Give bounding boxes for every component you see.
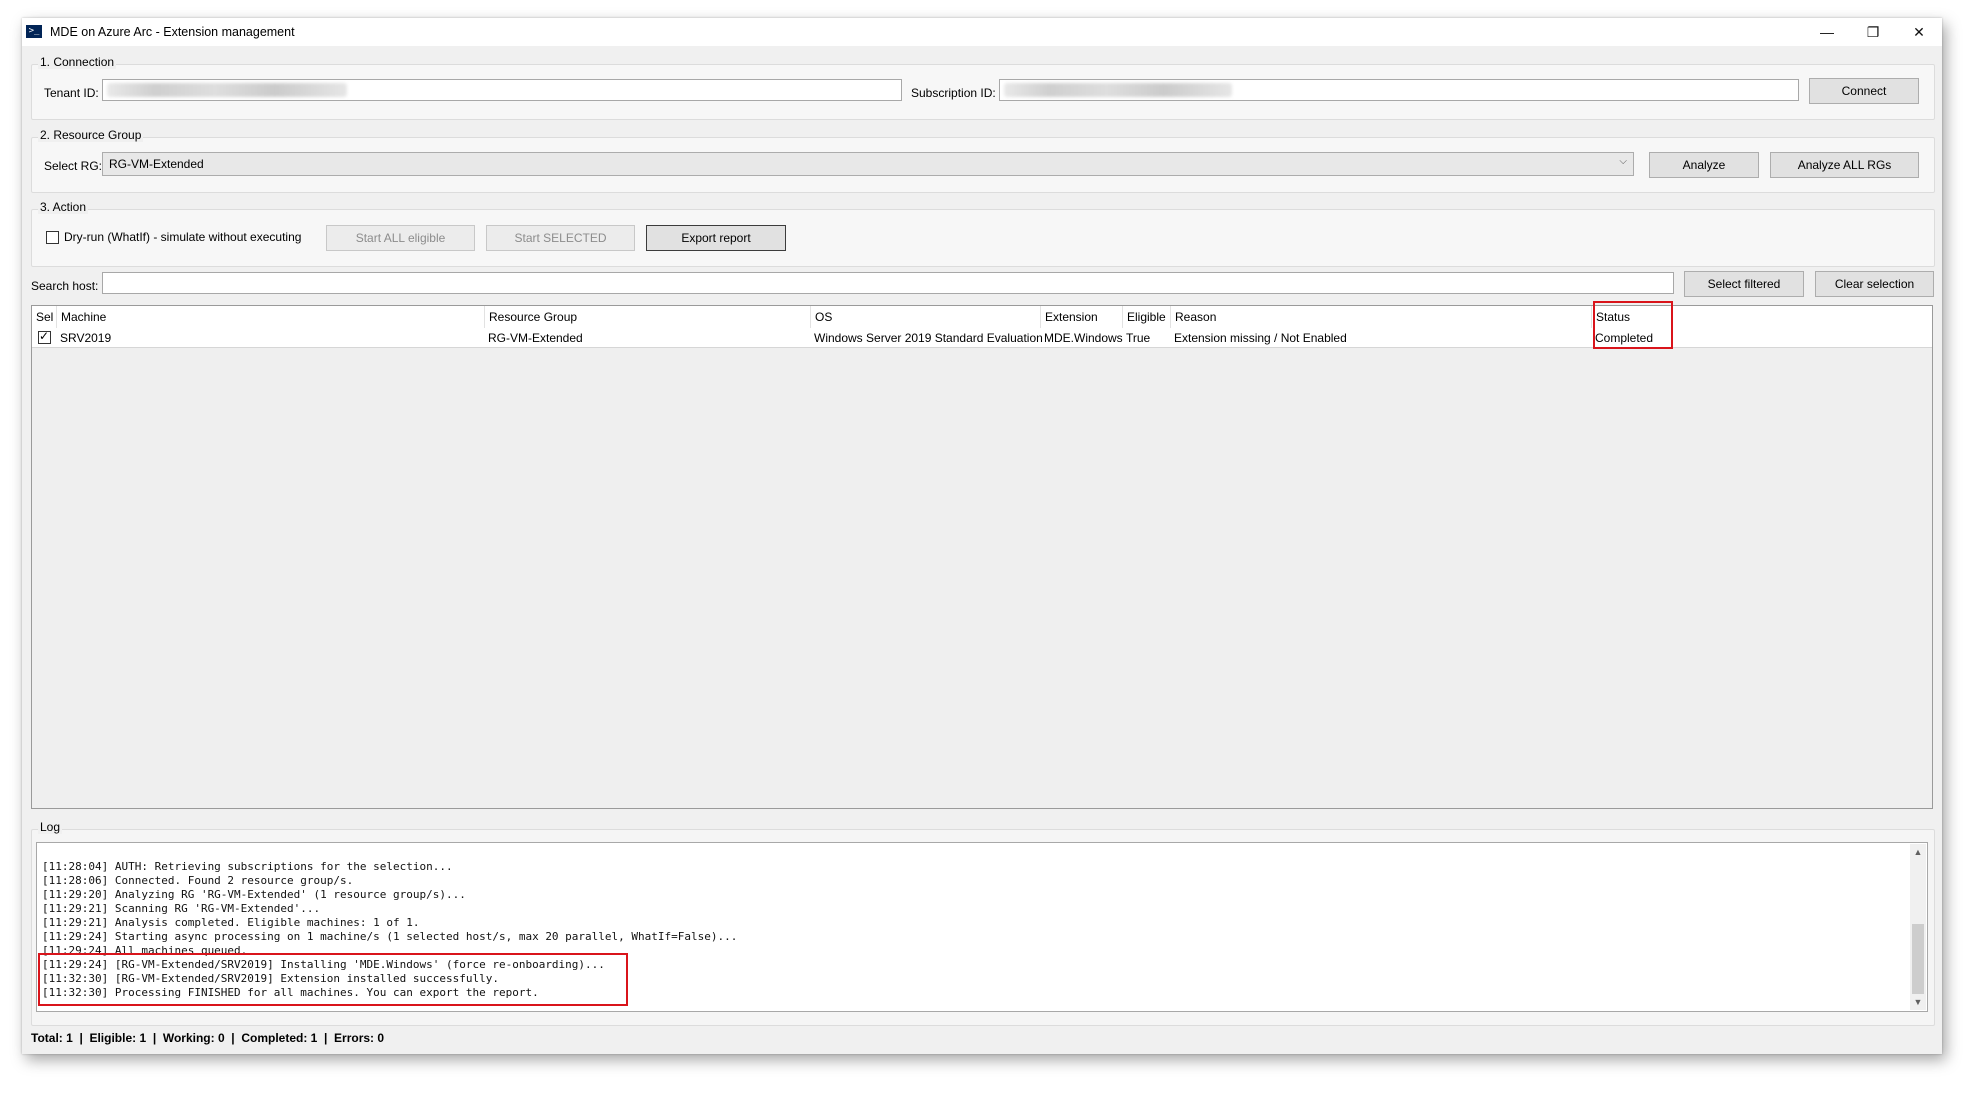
chevron-down-icon: ⌵ bbox=[1619, 156, 1627, 167]
column-header-resource-group[interactable]: Resource Group bbox=[485, 306, 811, 328]
start-selected-button[interactable]: Start SELECTED bbox=[486, 225, 635, 251]
status-summary: Total: 1 | Eligible: 1 | Working: 0 | Co… bbox=[31, 1031, 385, 1045]
action-group-label: 3. Action bbox=[38, 200, 89, 214]
start-all-eligible-button[interactable]: Start ALL eligible bbox=[326, 225, 475, 251]
cell-reason: Extension missing / Not Enabled bbox=[1174, 331, 1347, 345]
rg-select-value: RG-VM-Extended bbox=[109, 157, 204, 171]
connect-button[interactable]: Connect bbox=[1809, 78, 1919, 104]
log-line: [11:29:20] Analyzing RG 'RG-VM-Extended'… bbox=[42, 888, 466, 901]
clear-selection-button[interactable]: Clear selection bbox=[1815, 271, 1934, 297]
select-rg-label: Select RG: bbox=[44, 159, 103, 173]
cell-extension: MDE.Windows bbox=[1044, 331, 1123, 345]
log-line: [11:29:21] Scanning RG 'RG-VM-Extended'.… bbox=[42, 902, 321, 915]
log-highlight-box bbox=[38, 953, 628, 1006]
cell-eligible: True bbox=[1126, 331, 1151, 345]
export-report-button[interactable]: Export report bbox=[646, 225, 786, 251]
log-line: [11:28:04] AUTH: Retrieving subscription… bbox=[42, 860, 453, 873]
redacted-subscription-id bbox=[1004, 83, 1232, 97]
cell-machine: SRV2019 bbox=[60, 331, 112, 345]
minimize-icon[interactable]: — bbox=[1804, 18, 1850, 46]
tenant-id-label: Tenant ID: bbox=[44, 86, 99, 100]
rg-select[interactable]: RG-VM-Extended ⌵ bbox=[102, 152, 1634, 176]
close-icon[interactable]: ✕ bbox=[1896, 18, 1942, 46]
dryrun-checkbox[interactable] bbox=[46, 231, 59, 244]
search-host-input[interactable] bbox=[102, 272, 1674, 294]
column-header-sel[interactable]: Sel bbox=[32, 306, 57, 328]
column-header-eligible[interactable]: Eligible bbox=[1123, 306, 1171, 328]
subscription-id-label: Subscription ID: bbox=[911, 86, 996, 100]
connection-group-label: 1. Connection bbox=[38, 55, 117, 69]
action-group: 3. Action bbox=[31, 200, 1935, 267]
analyze-button[interactable]: Analyze bbox=[1649, 152, 1759, 178]
row-select-checkbox[interactable] bbox=[38, 329, 51, 344]
title-bar: >_ MDE on Azure Arc - Extension manageme… bbox=[22, 18, 1942, 46]
powershell-icon: >_ bbox=[26, 25, 42, 38]
redacted-tenant-id bbox=[107, 83, 347, 97]
column-header-reason[interactable]: Reason bbox=[1171, 306, 1592, 328]
tenant-id-field[interactable] bbox=[102, 79, 902, 101]
log-scrollbar[interactable]: ▲ ▼ bbox=[1910, 844, 1926, 1010]
resource-group-group-label: 2. Resource Group bbox=[38, 128, 144, 142]
cell-os: Windows Server 2019 Standard Evaluation bbox=[814, 331, 1043, 345]
log-group-label: Log bbox=[38, 820, 63, 834]
search-host-label: Search host: bbox=[31, 279, 99, 293]
restore-icon[interactable]: ❐ bbox=[1850, 18, 1896, 46]
cell-resource-group: RG-VM-Extended bbox=[488, 331, 583, 345]
subscription-id-field[interactable] bbox=[999, 79, 1799, 101]
dryrun-label: Dry-run (WhatIf) - simulate without exec… bbox=[64, 230, 302, 244]
log-line: [11:29:21] Analysis completed. Eligible … bbox=[42, 916, 420, 929]
status-highlight-box bbox=[1593, 301, 1673, 349]
machines-grid[interactable]: Sel Machine Resource Group OS Extension … bbox=[31, 305, 1933, 809]
scrollbar-thumb[interactable] bbox=[1912, 924, 1924, 994]
log-line: [11:29:24] Starting async processing on … bbox=[42, 930, 738, 943]
column-header-machine[interactable]: Machine bbox=[57, 306, 485, 328]
window-title: MDE on Azure Arc - Extension management bbox=[50, 25, 295, 39]
column-header-extension[interactable]: Extension bbox=[1041, 306, 1123, 328]
app-window: >_ MDE on Azure Arc - Extension manageme… bbox=[22, 18, 1942, 1054]
analyze-all-rgs-button[interactable]: Analyze ALL RGs bbox=[1770, 152, 1919, 178]
scroll-up-icon[interactable]: ▲ bbox=[1910, 844, 1926, 860]
column-header-os[interactable]: OS bbox=[811, 306, 1041, 328]
scroll-down-icon[interactable]: ▼ bbox=[1910, 994, 1926, 1010]
select-filtered-button[interactable]: Select filtered bbox=[1684, 271, 1804, 297]
log-line: [11:28:06] Connected. Found 2 resource g… bbox=[42, 874, 354, 887]
